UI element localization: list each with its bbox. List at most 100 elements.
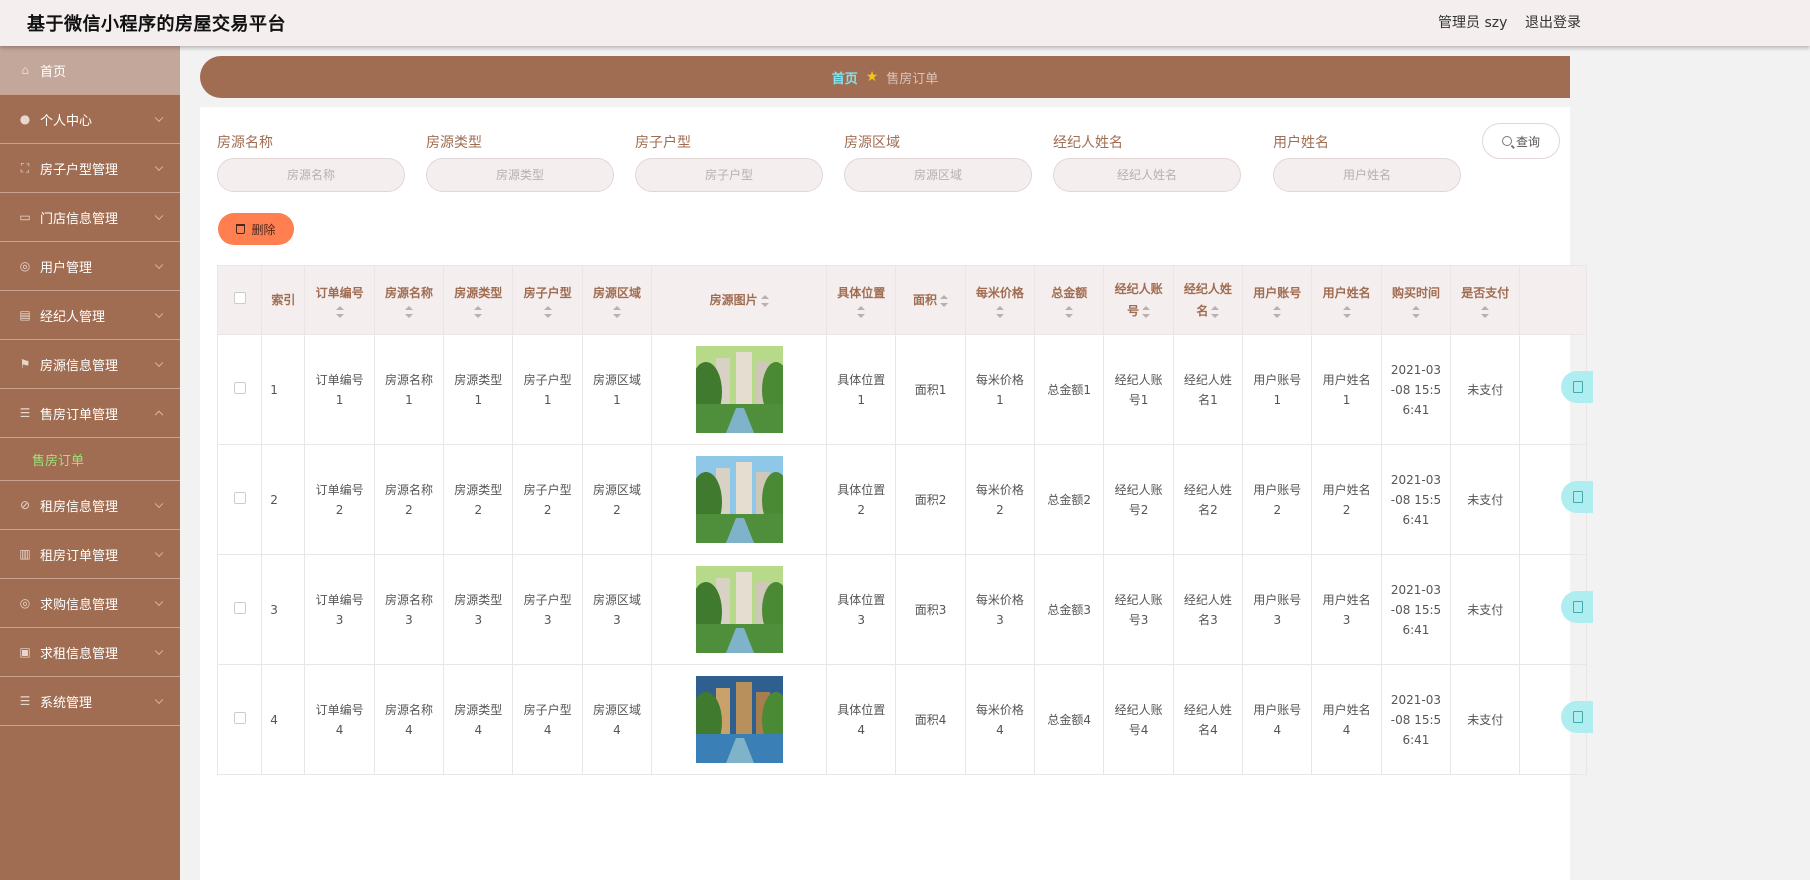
sidebar-item-rent-orders[interactable]: ▥ 租房订单管理 <box>0 530 180 579</box>
sidebar-item-rent-requests[interactable]: ▣ 求租信息管理 <box>0 628 180 677</box>
house-photo[interactable] <box>695 456 783 543</box>
cell-text: 4 <box>474 722 483 737</box>
search-button[interactable]: 查询 <box>1482 123 1560 159</box>
sort-icon[interactable] <box>760 294 769 307</box>
table-row: 3 订单编号 3 房源名称 3 房源类型 3 房子户型 3 房源区域 3 具体位置 3 面积… <box>216 554 1594 665</box>
search-button-label: 查询 <box>1515 134 1540 149</box>
row-checkbox-cell <box>216 664 263 775</box>
cell-type: 房源类型 4 <box>443 664 514 775</box>
cell-text: 用户姓名 <box>1322 702 1371 717</box>
house-photo[interactable] <box>695 566 783 653</box>
header-region[interactable]: 房源区域 <box>581 265 653 335</box>
sort-icon[interactable] <box>404 306 413 318</box>
table-row: 4 订单编号 4 房源名称 4 房源类型 4 房子户型 4 房源区域 4 具体位置 4 面积… <box>216 664 1594 775</box>
header-layout[interactable]: 房子户型 <box>512 265 583 335</box>
sort-icon[interactable] <box>1273 306 1282 318</box>
row-checkbox[interactable] <box>233 711 246 724</box>
house-photo[interactable] <box>695 676 783 763</box>
detail-button[interactable] <box>1561 370 1594 403</box>
sidebar-item-sale-orders[interactable]: ☰ 售房订单管理 <box>0 389 180 438</box>
sort-icon[interactable] <box>1142 305 1151 318</box>
sort-icon[interactable] <box>1065 306 1074 318</box>
filter-input-layout[interactable] <box>635 158 823 192</box>
filter-input-type[interactable] <box>426 158 614 192</box>
sidebar-item-system[interactable]: ☰ 系统管理 <box>0 677 180 726</box>
header-buy-time[interactable]: 购买时间 <box>1380 265 1452 335</box>
cell-agent-name: 经纪人姓 名2 <box>1172 444 1244 555</box>
sidebar-item-buy-requests[interactable]: ◎ 求购信息管理 <box>0 579 180 628</box>
header-type[interactable]: 房源类型 <box>443 265 514 335</box>
header-location[interactable]: 具体位置 <box>826 265 897 335</box>
cell-location: 具体位置 4 <box>826 664 897 775</box>
cell-text: 6:41 <box>1402 622 1430 637</box>
cell-index: 3 <box>261 554 306 665</box>
cell-text: 3 <box>543 612 552 627</box>
breadcrumb-home[interactable]: 首页 <box>832 68 858 87</box>
header-agent-account[interactable]: 经纪人账号 <box>1103 265 1174 335</box>
header-name[interactable]: 房源名称 <box>373 265 445 335</box>
house-photo[interactable] <box>695 346 783 433</box>
header-unit-price[interactable]: 每米价格 <box>964 265 1036 335</box>
top-header: 基于微信小程序的房屋交易平台 管理员 szy 退出登录 <box>0 0 1810 46</box>
header-paid[interactable]: 是否支付 <box>1450 265 1521 335</box>
sort-icon[interactable] <box>1211 305 1220 318</box>
select-all-checkbox[interactable] <box>233 292 246 304</box>
filter-input-name[interactable] <box>217 158 405 192</box>
detail-button[interactable] <box>1561 700 1594 733</box>
header-image[interactable]: 房源图片 <box>651 265 828 335</box>
sidebar-item-store[interactable]: ▭ 门店信息管理 <box>0 193 180 242</box>
row-checkbox[interactable] <box>233 601 246 614</box>
cell-text: 3 <box>405 612 413 627</box>
sort-icon[interactable] <box>1411 306 1420 318</box>
cell-text: 名2 <box>1198 502 1218 517</box>
sidebar-item-users[interactable]: ◎ 用户管理 <box>0 242 180 291</box>
sort-icon[interactable] <box>857 306 866 318</box>
sort-icon[interactable] <box>940 294 949 307</box>
sort-icon[interactable] <box>474 306 483 318</box>
sort-icon[interactable] <box>335 306 344 318</box>
cell-text: 3 <box>996 612 1004 627</box>
header-label: 面积 <box>913 293 938 307</box>
header-label: 经纪人账 <box>1114 282 1163 296</box>
cell-location: 具体位置 2 <box>826 444 897 555</box>
cell-text: 号2 <box>1128 502 1149 517</box>
sort-icon[interactable] <box>995 306 1004 318</box>
sidebar-item-label: 系统管理 <box>40 695 93 711</box>
sort-icon[interactable] <box>543 306 552 318</box>
sort-icon[interactable] <box>1481 306 1490 318</box>
sidebar-subitem-sale-order[interactable]: 售房订单 <box>0 438 180 481</box>
header-user-account[interactable]: 用户账号 <box>1242 265 1313 335</box>
sort-icon[interactable] <box>612 306 621 318</box>
header-size[interactable]: 面积 <box>895 265 966 335</box>
cell-total: 总金额3 <box>1034 554 1105 665</box>
cell-actions <box>1519 444 1594 555</box>
detail-button[interactable] <box>1561 590 1594 623</box>
cell-text: 4 <box>543 722 552 737</box>
header-total[interactable]: 总金额 <box>1034 265 1105 335</box>
sidebar-item-rent-info[interactable]: ⊘ 租房信息管理 <box>0 481 180 530</box>
sidebar-item-house-type[interactable]: ⛶ 房子户型管理 <box>0 144 180 193</box>
sidebar-item-home[interactable]: ⌂ 首页 <box>0 46 180 95</box>
header-user-name[interactable]: 用户姓名 <box>1311 265 1382 335</box>
header-agent-name[interactable]: 经纪人姓名 <box>1172 265 1244 335</box>
filter-input-region[interactable] <box>844 158 1032 192</box>
logout-link[interactable]: 退出登录 <box>1525 12 1581 32</box>
header-label: 订单编号 <box>315 286 364 300</box>
cell-text: 房源区域 <box>592 482 641 497</box>
sidebar-item-personal[interactable]: ● 个人中心 <box>0 95 180 144</box>
cell-text: 1 <box>1273 392 1282 407</box>
filter-input-agent-name[interactable] <box>1053 158 1241 192</box>
chevron-up-icon <box>154 410 164 420</box>
header-order-no[interactable]: 订单编号 <box>304 265 375 335</box>
sidebar-item-agents[interactable]: ▤ 经纪人管理 <box>0 291 180 340</box>
detail-button[interactable] <box>1561 480 1594 513</box>
chevron-down-icon <box>154 113 164 123</box>
sidebar-item-listings[interactable]: ⚑ 房源信息管理 <box>0 340 180 389</box>
delete-button[interactable]: 删除 <box>218 213 294 245</box>
row-checkbox[interactable] <box>233 381 246 394</box>
row-checkbox[interactable] <box>233 491 246 504</box>
sort-icon[interactable] <box>1342 306 1351 318</box>
cell-buy-time: 2021-03 -08 15:5 6:41 <box>1380 664 1452 775</box>
filter-input-user-name[interactable] <box>1273 158 1461 192</box>
cell-text: 经纪人姓 <box>1183 592 1232 607</box>
